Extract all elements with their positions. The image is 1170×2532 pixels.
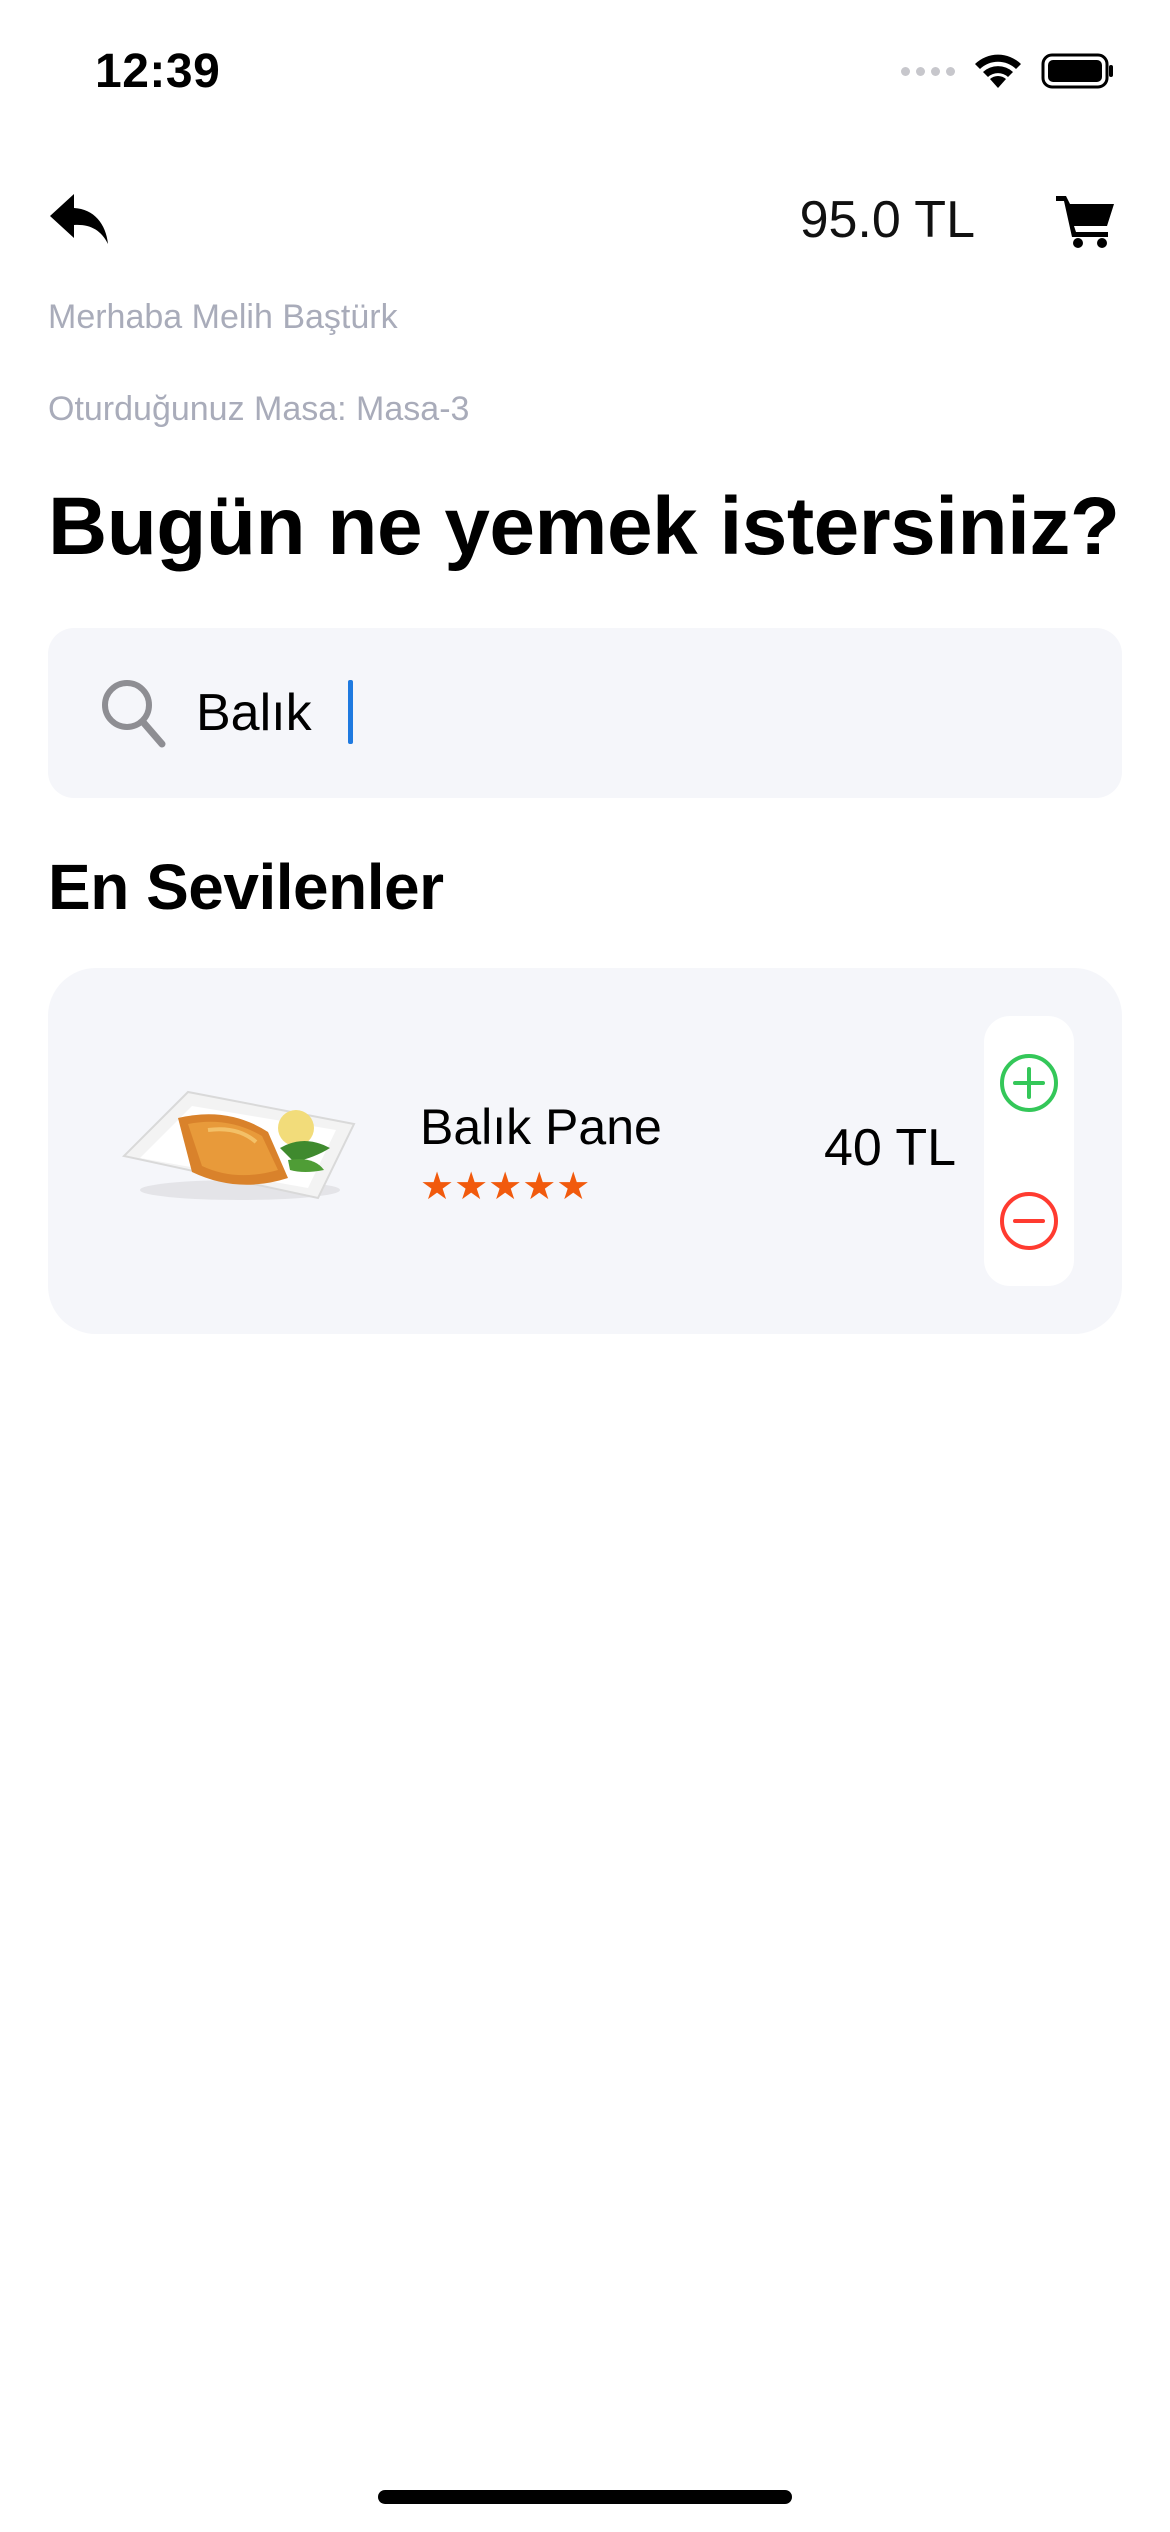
back-button[interactable] (48, 190, 110, 248)
plus-circle-icon (1000, 1054, 1058, 1112)
cart-button[interactable] (1054, 192, 1118, 248)
minus-circle-icon (1000, 1192, 1058, 1250)
status-time: 12:39 (95, 45, 221, 98)
battery-icon (1041, 53, 1113, 89)
wifi-icon (975, 54, 1021, 88)
header: 95.0 TL (0, 180, 1170, 260)
cart-total: 95.0 TL (799, 191, 975, 249)
reply-arrow-icon (50, 194, 108, 244)
search-input[interactable] (196, 668, 1076, 758)
search-bar[interactable] (48, 628, 1122, 798)
signal-dots-icon (901, 66, 955, 76)
product-card[interactable]: Balık Pane ★★★★★ 40 TL (48, 968, 1122, 1334)
table-info-text: Oturduğunuz Masa: Masa-3 (48, 390, 470, 428)
greeting-text: Merhaba Melih Baştürk (48, 298, 398, 336)
search-icon (102, 680, 166, 748)
status-icons (901, 52, 1115, 90)
product-name: Balık Pane (420, 1099, 662, 1155)
shopping-cart-icon (1056, 196, 1114, 248)
fried-fish-plate-image (121, 1090, 356, 1200)
remove-from-cart-button[interactable] (998, 1190, 1060, 1252)
section-title: En Sevilenler (48, 851, 444, 923)
home-indicator[interactable] (378, 2490, 792, 2504)
text-cursor (348, 680, 353, 744)
page-title: Bugün ne yemek istersiniz? (48, 481, 1120, 572)
add-to-cart-button[interactable] (998, 1052, 1060, 1114)
quantity-controls (984, 1016, 1074, 1286)
rating-stars: ★★★★★ (420, 1166, 591, 1208)
status-bar: 12:39 (0, 0, 1170, 150)
product-price: 40 TL (824, 1119, 957, 1177)
